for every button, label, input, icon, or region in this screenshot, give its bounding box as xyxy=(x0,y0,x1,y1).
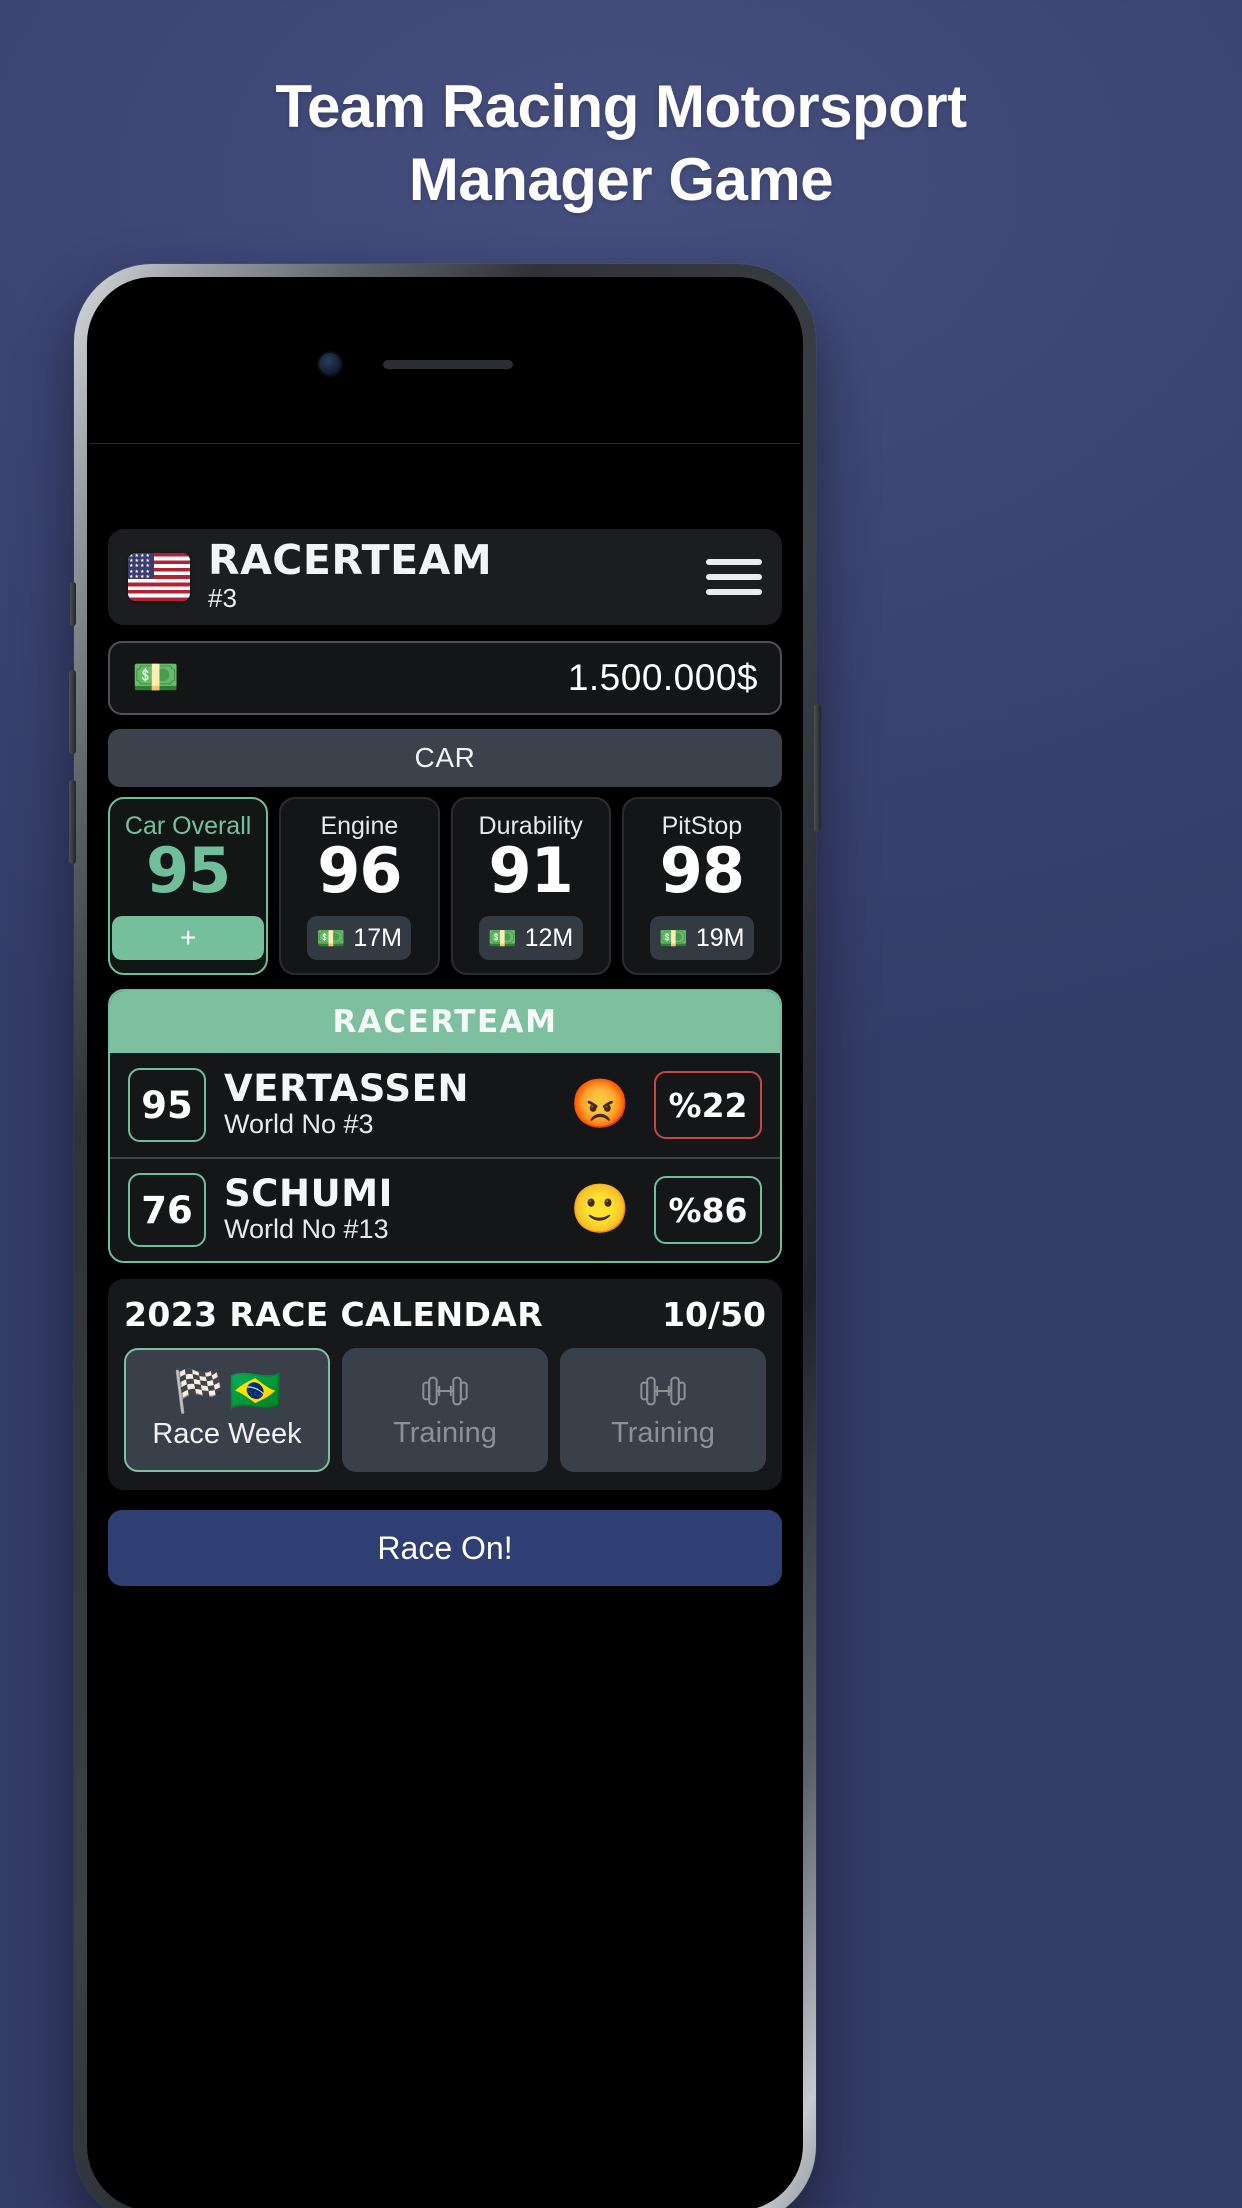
promo-headline: Team Racing Motorsport Manager Game xyxy=(0,70,1242,216)
promo-line-2: Manager Game xyxy=(408,146,834,214)
promo-line-1: Team Racing Motorsport xyxy=(275,73,967,140)
driver-morale-badge: %22 xyxy=(654,1071,762,1139)
driver-rating: 76 xyxy=(128,1173,206,1247)
car-stats-row: Car Overall 95 + Engine 96 💵 17M Durabil… xyxy=(108,797,782,975)
driver-rating: 95 xyxy=(128,1068,206,1142)
earpiece-speaker xyxy=(383,360,513,369)
money-banknote-icon: 💵 xyxy=(487,924,517,951)
us-flag-icon: ★★★★★★★★★★★★★★★★★★★★★★★★★ xyxy=(128,553,190,601)
driver-name: VERTASSEN xyxy=(224,1066,470,1110)
driver-row[interactable]: 95 VERTASSEN World No #3 😡 %22 xyxy=(110,1053,780,1157)
brazil-flag-icon: 🇧🇷 xyxy=(229,1366,282,1414)
calendar-title: 2023 RACE CALENDAR xyxy=(124,1295,544,1334)
roster-title: RACERTEAM xyxy=(110,991,780,1053)
driver-world-rank: World No #13 xyxy=(224,1214,389,1245)
calendar-item-label: Training xyxy=(393,1416,497,1449)
hamburger-menu-icon[interactable] xyxy=(706,559,762,595)
phone-mockup: ★★★★★★★★★★★★★★★★★★★★★★★★★ RACERTEAM #3 💵… xyxy=(69,264,821,2208)
money-banknote-icon: 💵 xyxy=(132,657,180,699)
tab-car[interactable]: CAR xyxy=(108,729,782,787)
upgrade-button[interactable]: + xyxy=(112,916,265,960)
checkered-flag-icon: 🏁 xyxy=(172,1366,225,1414)
driver-world-rank: World No #3 xyxy=(224,1109,374,1140)
calendar-item-training-1[interactable]: Training xyxy=(342,1348,548,1472)
upgrade-button-label: + xyxy=(179,922,197,953)
race-on-button-label: Race On! xyxy=(377,1529,513,1566)
money-value: 1.500.000$ xyxy=(567,657,758,698)
stat-value: 91 xyxy=(488,834,573,907)
calendar-progress-count: 10/50 xyxy=(662,1295,766,1334)
stat-card-engine[interactable]: Engine 96 💵 17M xyxy=(279,797,440,975)
money-bar: 💵 1.500.000$ xyxy=(108,641,782,715)
race-calendar: 2023 RACE CALENDAR 10/50 🏁 🇧🇷 Race Week xyxy=(108,1279,782,1490)
team-header[interactable]: ★★★★★★★★★★★★★★★★★★★★★★★★★ RACERTEAM #3 xyxy=(108,529,782,625)
dumbbell-icon xyxy=(640,1376,686,1405)
stat-upgrade-cost[interactable]: 💵 19M xyxy=(649,916,754,960)
stat-value: 96 xyxy=(317,834,402,907)
slight-smile-face-icon: 🙂 xyxy=(570,1183,630,1236)
stat-value: 95 xyxy=(145,834,231,907)
phone-mute-switch xyxy=(70,582,76,626)
money-banknote-icon: 💵 xyxy=(316,924,346,951)
stat-card-durability[interactable]: Durability 91 💵 12M xyxy=(450,797,611,975)
calendar-item-icons xyxy=(636,1371,690,1411)
calendar-item-icons xyxy=(418,1371,472,1411)
tab-car-label: CAR xyxy=(414,742,476,773)
dumbbell-icon xyxy=(422,1376,468,1405)
team-identity: RACERTEAM #3 xyxy=(208,535,706,615)
calendar-item-label: Race Week xyxy=(152,1417,302,1450)
calendar-items: 🏁 🇧🇷 Race Week Training Training xyxy=(124,1348,766,1472)
front-camera-icon xyxy=(319,353,341,375)
phone-screen-bezel: ★★★★★★★★★★★★★★★★★★★★★★★★★ RACERTEAM #3 💵… xyxy=(87,277,803,2208)
phone-volume-down-button xyxy=(69,780,76,864)
driver-morale-badge: %86 xyxy=(654,1176,762,1244)
team-name: RACERTEAM xyxy=(208,535,493,584)
driver-info: VERTASSEN World No #3 xyxy=(224,1066,552,1141)
stat-upgrade-cost[interactable]: 💵 12M xyxy=(478,916,583,960)
stat-cost-value: 19M xyxy=(695,923,745,952)
calendar-item-icons: 🏁 🇧🇷 xyxy=(172,1366,282,1414)
driver-info: SCHUMI World No #13 xyxy=(224,1171,552,1246)
phone-power-button xyxy=(814,704,821,832)
phone-volume-up-button xyxy=(69,670,76,754)
stat-card-pitstop[interactable]: PitStop 98 💵 19M xyxy=(621,797,782,975)
calendar-header: 2023 RACE CALENDAR 10/50 xyxy=(124,1295,766,1334)
team-rank: #3 xyxy=(208,583,237,614)
driver-row[interactable]: 76 SCHUMI World No #13 🙂 %86 xyxy=(110,1157,780,1261)
angry-face-icon: 😡 xyxy=(570,1078,630,1131)
stat-cost-value: 12M xyxy=(524,923,574,952)
calendar-item-race-week[interactable]: 🏁 🇧🇷 Race Week xyxy=(124,1348,330,1472)
race-on-button[interactable]: Race On! xyxy=(108,1510,782,1586)
calendar-item-training-2[interactable]: Training xyxy=(560,1348,766,1472)
app-screen: ★★★★★★★★★★★★★★★★★★★★★★★★★ RACERTEAM #3 💵… xyxy=(90,443,800,2208)
stat-cost-value: 17M xyxy=(353,923,403,952)
stat-value: 98 xyxy=(659,834,745,907)
driver-name: SCHUMI xyxy=(224,1171,393,1215)
driver-roster: RACERTEAM 95 VERTASSEN World No #3 😡 %22… xyxy=(108,989,782,1263)
stat-upgrade-cost[interactable]: 💵 17M xyxy=(307,916,412,960)
calendar-item-label: Training xyxy=(611,1416,715,1449)
money-banknote-icon: 💵 xyxy=(659,924,688,951)
stat-card-car-overall[interactable]: Car Overall 95 + xyxy=(108,797,269,975)
